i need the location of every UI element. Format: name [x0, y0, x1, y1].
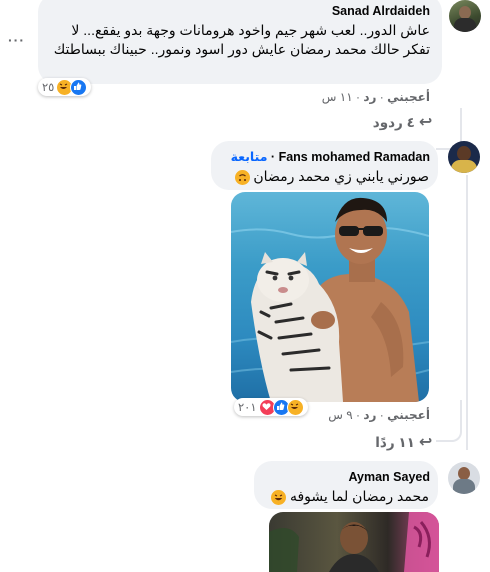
like-button[interactable]: أعجبني [387, 408, 430, 422]
comment-author[interactable]: Ayman Sayed [348, 470, 430, 484]
view-replies-button[interactable]: ↪ ٤ ردود [373, 112, 432, 132]
avatar[interactable] [448, 141, 480, 173]
comment-author: Fans mohamed Ramadan · متابعة [230, 150, 430, 164]
avatar[interactable] [448, 462, 480, 494]
comment-text: صورني يابني زي محمد رمضان [214, 167, 429, 186]
photo-illustration [269, 512, 439, 572]
comment-time[interactable]: ١١ س [322, 90, 353, 104]
reactions-count: ٢٠١ [238, 402, 257, 414]
avatar[interactable] [449, 0, 481, 32]
comment-text: محمد رمضان لما يشوفه [258, 487, 429, 506]
reactions-summary[interactable]: ٢٥ [38, 78, 92, 96]
photo-illustration [231, 197, 429, 402]
comment-time[interactable]: ٩ س [328, 408, 352, 422]
reply-arrow-icon: ↪ [418, 434, 432, 451]
comment-actions: أعجبني · رد · ١١ س [321, 90, 430, 104]
like-button[interactable]: أعجبني [387, 90, 430, 104]
follow-button[interactable]: متابعة [231, 150, 268, 164]
comment-photo[interactable] [231, 192, 429, 402]
comment-actions: أعجبني · رد · ٩ س [328, 408, 430, 422]
comment-photo[interactable] [269, 512, 439, 572]
reactions-summary[interactable]: ٢٠١ [234, 398, 308, 416]
reply-arrow-icon: ↪ [418, 114, 432, 131]
author-name[interactable]: Fans mohamed Ramadan [279, 150, 430, 164]
reply-button[interactable]: رد [363, 408, 376, 422]
thread-line [466, 175, 468, 450]
thread-line [436, 400, 462, 442]
reactions-count: ٢٥ [42, 82, 55, 94]
haha-icon [286, 398, 304, 416]
comment-text: عاش الدور.. لعب شهر جيم واخود هرومانات و… [53, 22, 430, 57]
comment-author[interactable]: Sanad Alrdaideh [332, 4, 430, 18]
replies-label: ١١ ردًا [375, 435, 415, 450]
like-icon [70, 78, 88, 96]
grinning-face-icon [271, 489, 287, 505]
reply-button[interactable]: رد [363, 90, 376, 104]
more-options-icon[interactable]: ··· [8, 32, 25, 48]
replies-label: ٤ ردود [372, 115, 415, 130]
upside-down-face-icon [234, 169, 250, 185]
view-replies-button[interactable]: ↪ ١١ ردًا [375, 432, 432, 452]
